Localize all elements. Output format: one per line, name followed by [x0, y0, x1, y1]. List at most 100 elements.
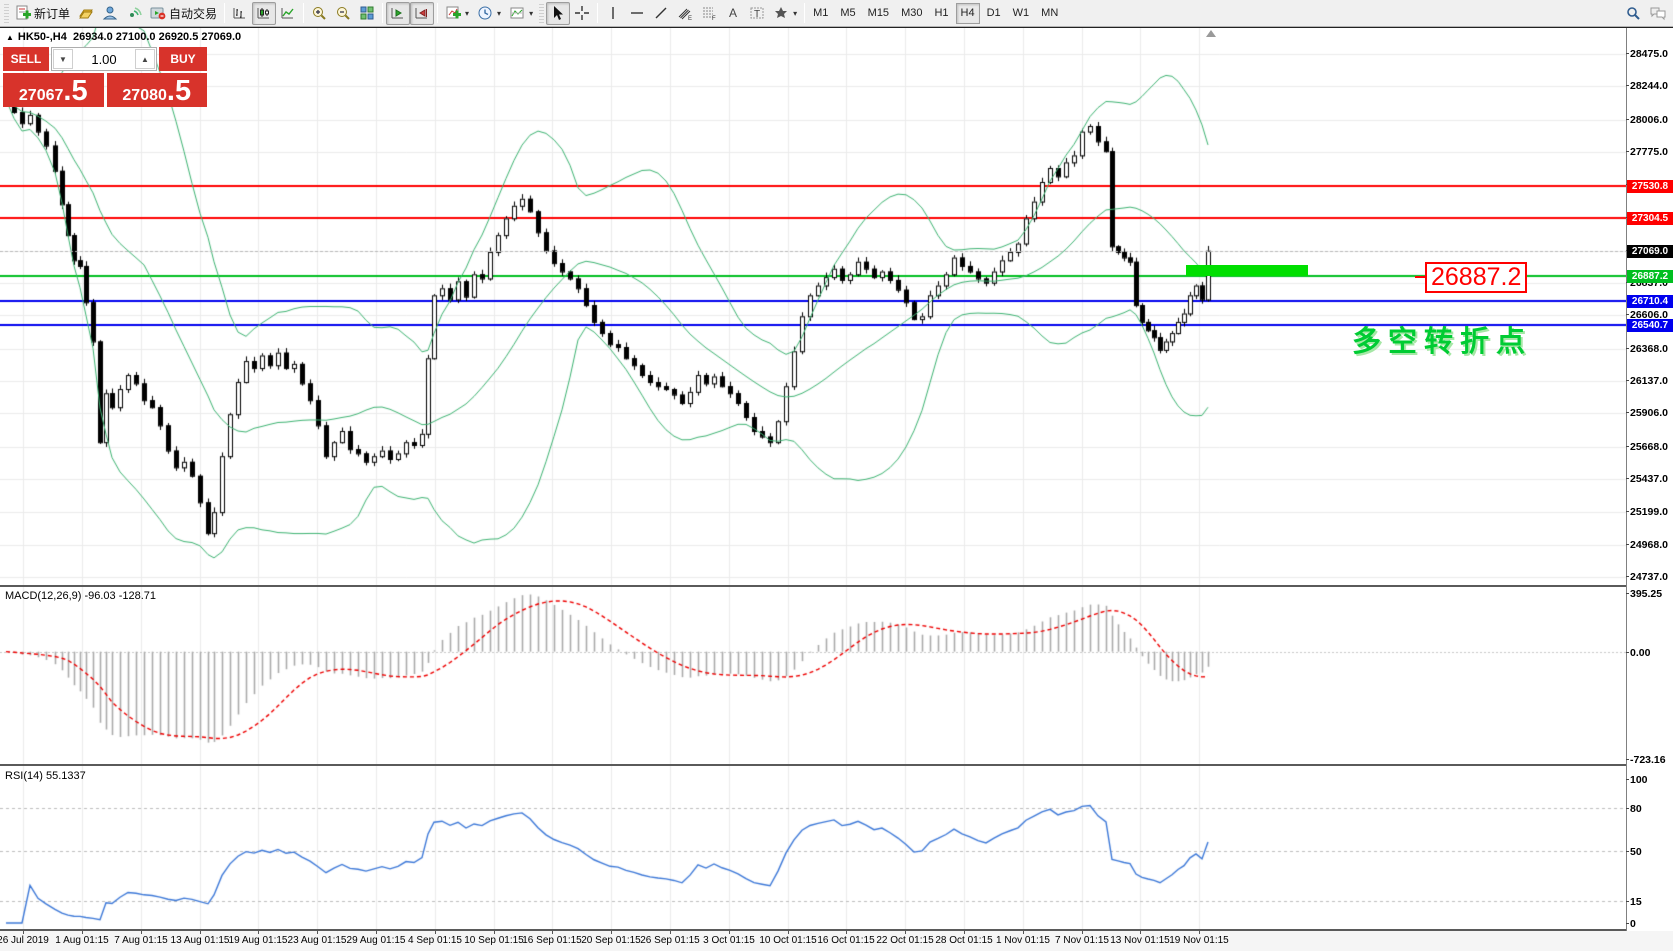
main-chart-canvas[interactable]: [0, 28, 1626, 586]
time-tick-label: 13 Aug 01:15: [171, 935, 230, 946]
crosshair-button[interactable]: [570, 2, 594, 25]
crosshair-icon: [574, 5, 590, 21]
price-tick-label: 24968.0: [1630, 539, 1672, 551]
time-tick: [376, 931, 377, 934]
rsi-tick-label: 0: [1630, 918, 1672, 930]
price-tick-label: 26368.0: [1630, 343, 1672, 355]
time-tick: [670, 931, 671, 934]
timeframe-m15-button[interactable]: M15: [863, 3, 894, 24]
zoom-in-icon: [311, 5, 327, 21]
highlight-rectangle: [1186, 265, 1308, 276]
timeframe-d1-button[interactable]: D1: [982, 3, 1006, 24]
time-tick: [317, 931, 318, 934]
chart-shift-marker[interactable]: [1206, 30, 1216, 37]
cursor-button[interactable]: [546, 2, 570, 25]
pane-splitter[interactable]: [0, 585, 1626, 587]
time-tick: [788, 931, 789, 934]
signals-button[interactable]: [122, 2, 146, 25]
time-tick-label: 26 Jul 2019: [0, 935, 49, 946]
time-tick: [23, 931, 24, 934]
zoom-out-button[interactable]: [331, 2, 355, 25]
mt4-window: 新订单 自动交易: [0, 0, 1673, 951]
pane-splitter[interactable]: [0, 764, 1626, 766]
time-tick: [494, 931, 495, 934]
bar-chart-button[interactable]: [228, 2, 252, 25]
bar-chart-icon: [232, 5, 248, 21]
text-icon: A: [725, 5, 741, 21]
timeframe-m5-button[interactable]: M5: [835, 3, 860, 24]
timeframe-m30-button[interactable]: M30: [896, 3, 927, 24]
time-tick: [552, 931, 553, 934]
time-tick-label: 3 Oct 01:15: [703, 935, 755, 946]
auto-scroll-icon: [390, 5, 406, 21]
level-price-text: 26887.2: [1431, 263, 1521, 291]
candlestick-chart-button[interactable]: [252, 2, 276, 25]
community-button[interactable]: [98, 2, 122, 25]
trendline-button[interactable]: [649, 2, 673, 25]
horizontal-line-button[interactable]: [625, 2, 649, 25]
rsi-canvas[interactable]: [0, 766, 1626, 931]
equidistant-channel-button[interactable]: E: [673, 2, 697, 25]
time-tick-label: 16 Sep 01:15: [522, 935, 582, 946]
new-order-button[interactable]: 新订单: [11, 2, 74, 25]
macd-tick-label: 395.25: [1630, 588, 1672, 600]
time-tick-label: 22 Oct 01:15: [876, 935, 933, 946]
search-button[interactable]: [1621, 2, 1645, 25]
text-button[interactable]: A: [721, 2, 745, 25]
arrows-dropdown[interactable]: ▾: [769, 2, 801, 25]
fibonacci-button[interactable]: F: [697, 2, 721, 25]
periods-dropdown[interactable]: ▾: [473, 2, 505, 25]
time-tick-label: 1 Aug 01:15: [55, 935, 108, 946]
hline-price-badge: 26710.4: [1627, 295, 1673, 308]
arrows-icon: [773, 5, 789, 21]
collapse-arrow-icon[interactable]: ▲: [6, 33, 14, 42]
auto-scroll-button[interactable]: [386, 2, 410, 25]
templates-dropdown[interactable]: ▾: [505, 2, 537, 25]
autotrading-button[interactable]: 自动交易: [146, 2, 221, 25]
chart-shift-button[interactable]: [410, 2, 434, 25]
community-icon: [102, 5, 118, 21]
toolbar-separator: [303, 3, 304, 23]
sell-price-button[interactable]: 27067 .5: [3, 73, 104, 107]
text-label-button[interactable]: T: [745, 2, 769, 25]
macd-canvas[interactable]: [0, 587, 1626, 765]
timeframe-w1-button[interactable]: W1: [1008, 3, 1035, 24]
chevron-down-icon: ▾: [529, 9, 533, 18]
time-tick-label: 4 Sep 01:15: [408, 935, 462, 946]
svg-text:F: F: [712, 16, 716, 21]
zoom-in-button[interactable]: [307, 2, 331, 25]
sell-price-pips: .5: [63, 76, 87, 106]
price-tick-label: 28475.0: [1630, 48, 1672, 60]
time-tick: [964, 931, 965, 934]
timeframe-h4-button[interactable]: H4: [956, 3, 980, 24]
time-tick-label: 29 Aug 01:15: [347, 935, 406, 946]
timeframe-h1-button[interactable]: H1: [929, 3, 953, 24]
vertical-line-button[interactable]: [601, 2, 625, 25]
tile-windows-button[interactable]: [355, 2, 379, 25]
time-tick-label: 1 Nov 01:15: [996, 935, 1050, 946]
buy-price-main: 27080: [122, 81, 167, 111]
volume-value[interactable]: 1.00: [74, 48, 134, 70]
chat-button[interactable]: [1645, 2, 1671, 25]
buy-price-button[interactable]: 27080 .5: [107, 73, 208, 107]
symbol-info: ▲HK50-,H4 26934.0 27100.0 26920.5 27069.…: [6, 31, 241, 43]
time-tick-label: 13 Nov 01:15: [1110, 935, 1170, 946]
price-tick-label: 24737.0: [1630, 571, 1672, 583]
new-order-icon: [15, 5, 31, 21]
toolbar-grip[interactable]: [4, 3, 9, 23]
timeframe-m1-button[interactable]: M1: [808, 3, 833, 24]
time-tick: [1140, 931, 1141, 934]
timeframe-mn-button[interactable]: MN: [1036, 3, 1063, 24]
line-chart-button[interactable]: [276, 2, 300, 25]
price-tick-label: 25437.0: [1630, 473, 1672, 485]
autotrading-icon: [150, 5, 166, 21]
sell-button[interactable]: SELL: [3, 47, 49, 71]
buy-button[interactable]: BUY: [159, 47, 207, 71]
volume-increase-button[interactable]: ▲: [135, 49, 155, 69]
toolbar-grip[interactable]: [539, 3, 544, 23]
volume-decrease-button[interactable]: ▼: [53, 49, 73, 69]
symbol-ohlc: 26934.0 27100.0 26920.5 27069.0: [73, 31, 241, 43]
market-button[interactable]: [74, 2, 98, 25]
price-tick-label: 26137.0: [1630, 375, 1672, 387]
new-chart-dropdown[interactable]: ▾: [441, 2, 473, 25]
